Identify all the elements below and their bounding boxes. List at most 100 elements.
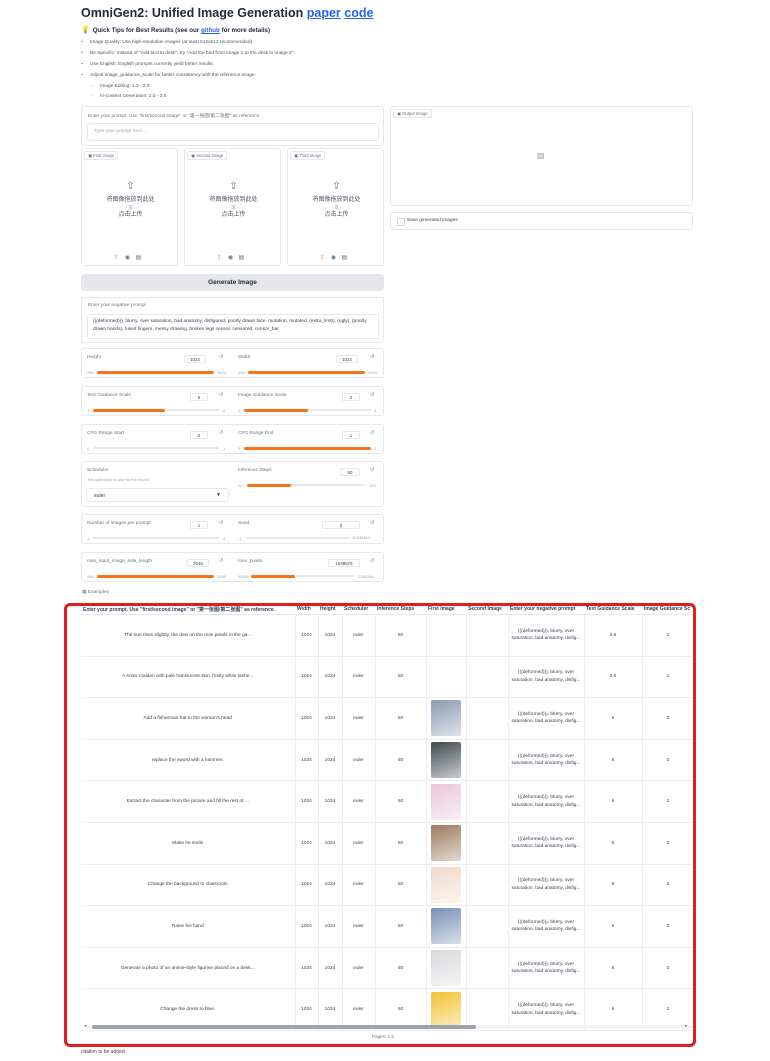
image-guidance-min: 1 xyxy=(238,408,241,413)
save-images-checkbox[interactable] xyxy=(397,218,405,226)
reset-icon[interactable]: ↺ xyxy=(370,354,374,360)
paper-link[interactable]: paper xyxy=(307,6,341,20)
image-guidance-number-input[interactable]: 2 xyxy=(342,393,360,401)
upload-icon: ⇪ xyxy=(229,181,238,192)
webcam-icon[interactable]: ◉ xyxy=(228,255,233,261)
num-images-number-input[interactable]: 1 xyxy=(190,521,208,529)
seed-slider[interactable] xyxy=(246,537,350,539)
first-image-upload[interactable]: ▣ First Image ⇪ 将图像拖放到此处 - 或 - 点击上传 ⇪ ◉ … xyxy=(81,148,178,266)
guidance-sliders-row: Text Guidance Scale 5 ↺ 1 8 Image Guidan… xyxy=(81,386,384,416)
page-title: OmniGen2: Unified Image Generation paper… xyxy=(81,6,374,20)
generate-image-button[interactable]: Generate Image xyxy=(81,274,384,291)
reset-icon[interactable]: ↺ xyxy=(370,467,374,473)
height-slider-fill xyxy=(97,370,214,374)
max-side-number-input[interactable]: 2048 xyxy=(187,559,209,567)
max-pixels-max: 2359296 xyxy=(358,574,374,579)
width-max: 1024 xyxy=(368,370,377,375)
drop-text: 将图像拖放到此处 - 或 - 点击上传 xyxy=(312,197,361,218)
tip-subitem: In-context Generation: 2.0 - 3.0 xyxy=(91,94,166,99)
upload-icon[interactable]: ⇪ xyxy=(217,255,222,261)
reset-icon[interactable]: ↺ xyxy=(219,558,223,564)
github-link[interactable]: github xyxy=(201,27,220,34)
citation-text: citation to be added xyxy=(81,1049,125,1055)
clipboard-icon[interactable]: ▤ xyxy=(342,255,348,261)
negative-prompt-input[interactable]: (((deformed))), blurry, over saturation,… xyxy=(87,314,379,339)
webcam-icon[interactable]: ◉ xyxy=(331,255,336,261)
text-guidance-min: 1 xyxy=(87,408,90,413)
cfg-end-max: 1 xyxy=(374,446,377,451)
upload-source-toolbar: ⇪ ◉ ▤ xyxy=(114,254,141,261)
inference-steps-number-input[interactable]: 50 xyxy=(340,468,360,476)
text-guidance-max: 8 xyxy=(223,408,226,413)
max-side-slider[interactable] xyxy=(97,574,214,578)
text-guidance-label: Text Guidance Scale xyxy=(87,393,131,398)
inference-steps-min: 20 xyxy=(238,483,243,488)
scheduler-steps-row: Scheduler The scheduler to use for the m… xyxy=(81,461,384,507)
tip-item: Adjust image_guidance_scale for better c… xyxy=(81,73,256,78)
reset-icon[interactable]: ↺ xyxy=(370,558,374,564)
text-guidance-number-input[interactable]: 5 xyxy=(190,393,208,401)
prompt-input[interactable]: Type your prompt here... xyxy=(87,123,379,141)
max-pixels-number-input[interactable]: 1048576 xyxy=(328,559,360,567)
scheduler-value: euler xyxy=(94,493,106,499)
tip-item: Be Specific: Instead of "Add bird to des… xyxy=(81,51,295,56)
prompt-label: Enter your prompt. Use "first/second ima… xyxy=(88,114,261,119)
image-guidance-label: Image Guidance Scale xyxy=(238,393,287,398)
save-images-panel: Save generated images xyxy=(390,212,693,230)
width-slider[interactable] xyxy=(248,370,365,374)
upload-icon[interactable]: ⇪ xyxy=(114,255,119,261)
cfg-end-min: 0 xyxy=(238,446,241,451)
scheduler-dropdown[interactable]: euler ▼ xyxy=(86,488,229,502)
upload-icon: ⇪ xyxy=(126,181,135,192)
cfg-end-slider[interactable] xyxy=(244,446,371,450)
prompt-panel: Enter your prompt. Use "first/second ima… xyxy=(81,106,384,146)
max-side-slider-fill xyxy=(97,574,214,578)
height-number-input[interactable]: 1024 xyxy=(184,355,206,363)
clipboard-icon[interactable]: ▤ xyxy=(136,255,142,261)
width-number-input[interactable]: 1024 xyxy=(336,355,358,363)
max-pixels-slider-fill xyxy=(251,574,296,578)
scheduler-info: The scheduler to use for the model. xyxy=(87,477,150,482)
reset-icon[interactable]: ↺ xyxy=(219,354,223,360)
cfg-end-number-input[interactable]: 1 xyxy=(342,431,360,439)
inference-steps-slider[interactable] xyxy=(247,483,365,487)
reset-icon[interactable]: ↺ xyxy=(219,520,223,526)
max-side-max: 2048 xyxy=(217,574,226,579)
second-image-upload[interactable]: ▣ Second Image ⇪ 将图像拖放到此处 - 或 - 点击上传 ⇪ ◉… xyxy=(184,148,281,266)
third-image-upload[interactable]: ▣ Third Image ⇪ 将图像拖放到此处 - 或 - 点击上传 ⇪ ◉ … xyxy=(287,148,384,266)
cfg-start-slider[interactable] xyxy=(93,447,219,449)
image-guidance-max: 3 xyxy=(374,408,377,413)
seed-min: -1 xyxy=(238,536,242,541)
reset-icon[interactable]: ↺ xyxy=(219,392,223,398)
width-slider-fill xyxy=(248,370,365,374)
negative-prompt-panel: Enter your negative prompt (((deformed))… xyxy=(81,297,384,343)
seed-label: Seed xyxy=(238,521,250,526)
reset-icon[interactable]: ↺ xyxy=(370,520,374,526)
text-guidance-slider[interactable] xyxy=(93,408,219,412)
max-pixels-label: max_pixels xyxy=(238,559,262,564)
seed-max: 2147483647 xyxy=(352,536,371,540)
reset-icon[interactable]: ↺ xyxy=(370,430,374,436)
output-image-label: ▣ Output Image xyxy=(393,109,432,118)
tip-item: Image Quality: Use high-resolution image… xyxy=(81,40,253,45)
tip-subitem: Image Editing: 1.3 - 2.0 xyxy=(91,84,150,89)
cfg-end-label: CFG Range End xyxy=(238,431,274,436)
num-images-slider[interactable] xyxy=(93,537,219,539)
code-link[interactable]: code xyxy=(344,6,373,20)
height-min: 256 xyxy=(87,370,94,375)
clipboard-icon[interactable]: ▤ xyxy=(239,255,245,261)
third-image-label: ▣ Third Image xyxy=(290,151,326,160)
num-seed-row: Number of images per prompt 1 ↺ 1 4 Seed… xyxy=(81,514,384,544)
reset-icon[interactable]: ↺ xyxy=(370,392,374,398)
seed-number-input[interactable]: 0 xyxy=(322,521,360,529)
image-guidance-slider[interactable] xyxy=(244,408,371,412)
upload-source-toolbar: ⇪ ◉ ▤ xyxy=(217,254,244,261)
upload-icon[interactable]: ⇪ xyxy=(320,255,325,261)
height-max: 1024 xyxy=(217,370,226,375)
num-images-min: 1 xyxy=(87,536,90,541)
max-pixels-slider[interactable] xyxy=(251,574,354,578)
height-slider[interactable] xyxy=(97,370,214,374)
reset-icon[interactable]: ↺ xyxy=(219,430,223,436)
webcam-icon[interactable]: ◉ xyxy=(125,255,130,261)
cfg-start-number-input[interactable]: 0 xyxy=(190,431,208,439)
